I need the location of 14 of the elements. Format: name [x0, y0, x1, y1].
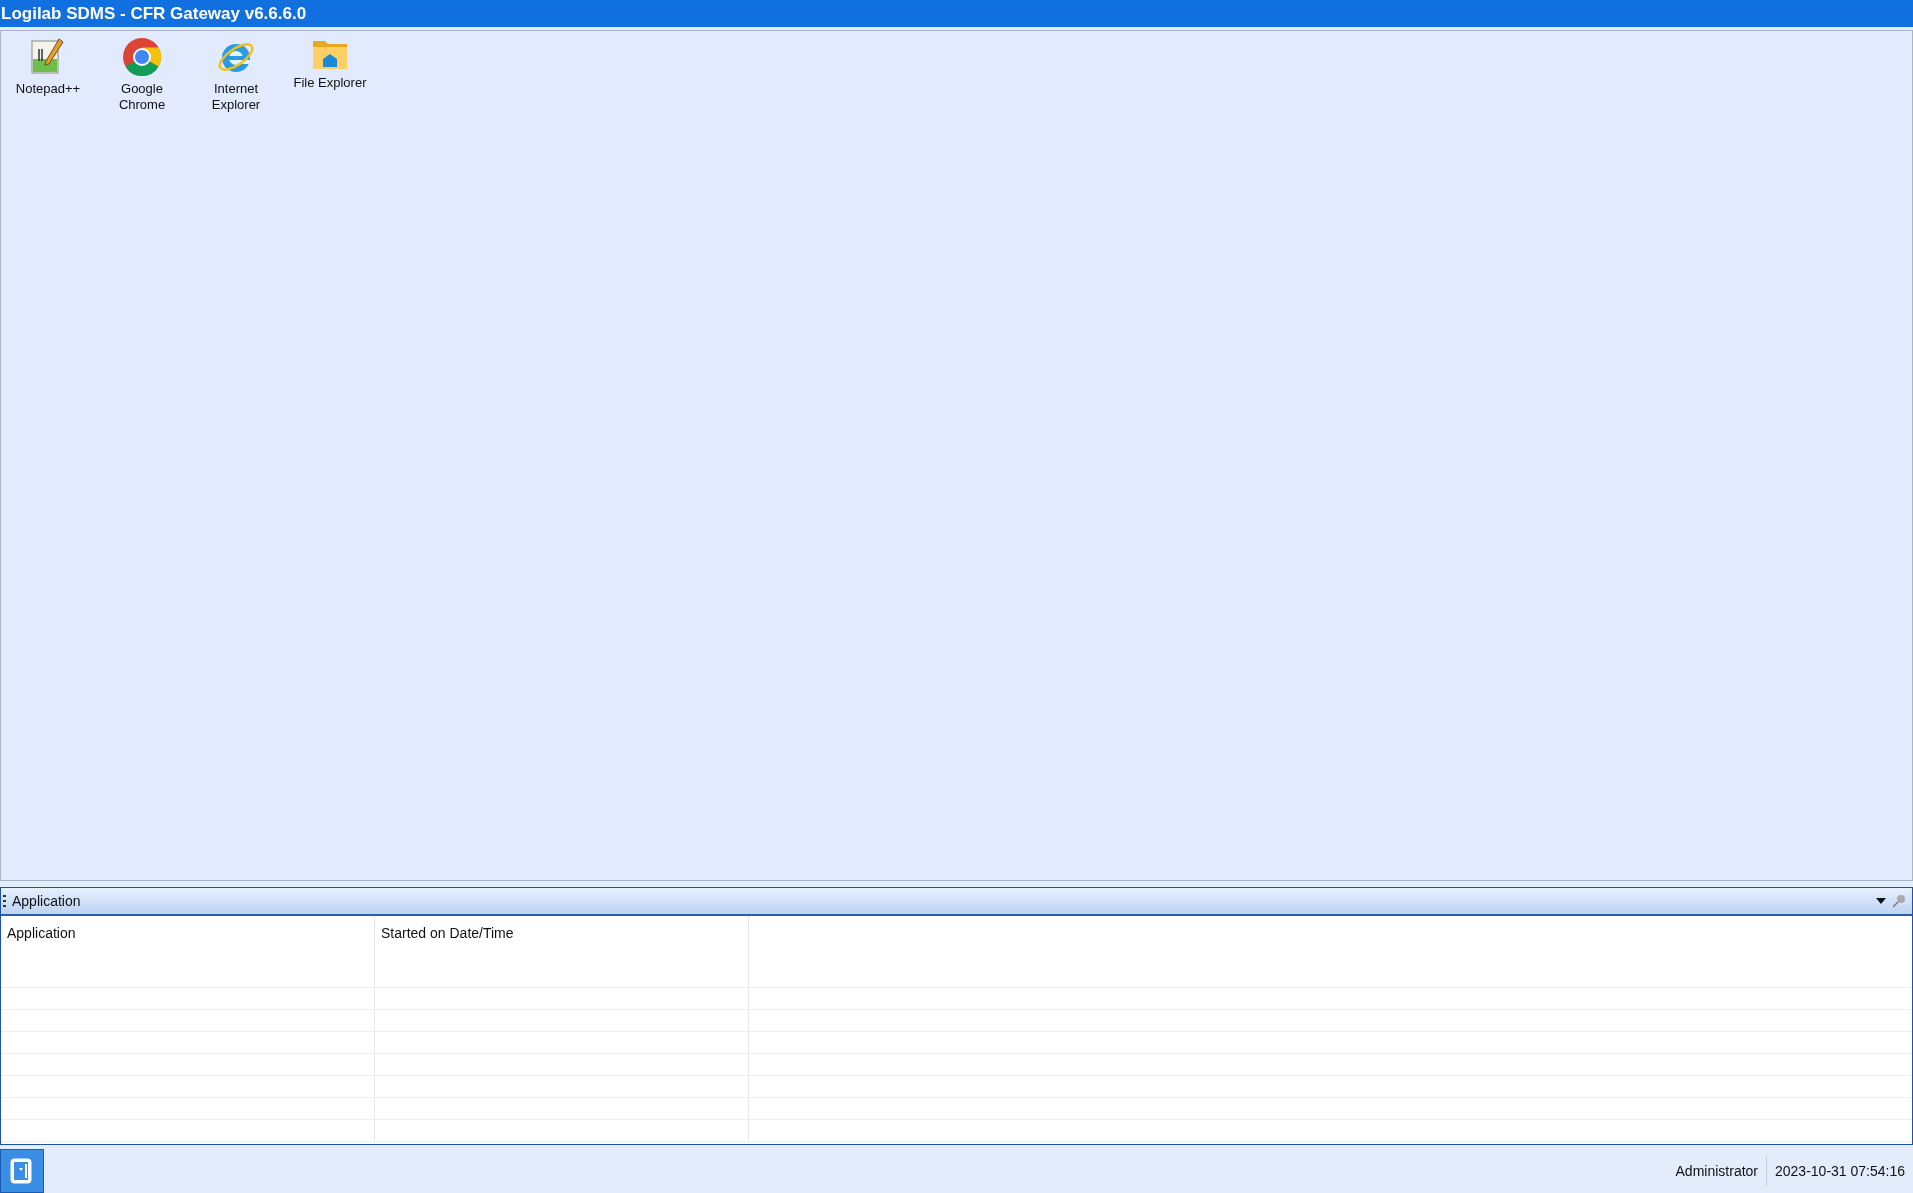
start-button[interactable] [0, 1149, 44, 1193]
window-title: Logilab SDMS - CFR Gateway v6.6.6.0 [1, 3, 307, 24]
desktop-shortcut[interactable]: Internet Explorer [189, 37, 283, 113]
column-header[interactable]: Application [1, 916, 375, 966]
desktop-shortcut[interactable]: Google Chrome [95, 37, 189, 113]
dropdown-icon[interactable] [1876, 898, 1886, 904]
grip-icon [3, 895, 6, 907]
desktop-shortcut[interactable]: Notepad++ [1, 37, 95, 113]
browser-icon [122, 37, 162, 77]
column-header[interactable]: Started on Date/Time [375, 916, 749, 966]
desktop-shortcut[interactable]: File Explorer [283, 37, 377, 113]
user-name: Administrator [1674, 1163, 1759, 1179]
date-time: 2023-10-31 07:54:16 [1766, 1156, 1913, 1186]
panel-title: Application [12, 893, 81, 909]
